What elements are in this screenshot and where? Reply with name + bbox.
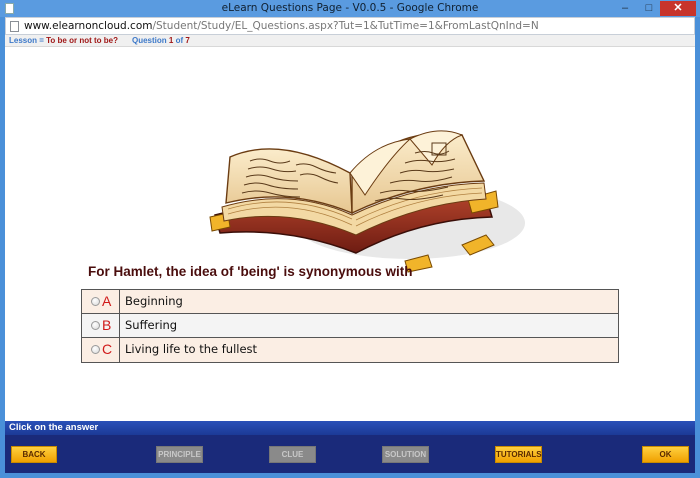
principle-button[interactable]: PRINCIPLE — [156, 446, 203, 463]
clue-button[interactable]: CLUE — [269, 446, 316, 463]
answer-table: A Beginning B Suffering C Living life to… — [81, 289, 619, 363]
answer-letter: A — [102, 293, 112, 309]
radio-button[interactable] — [91, 297, 100, 306]
document-icon — [10, 21, 19, 32]
url-path: /Student/Study/EL_Questions.aspx?Tut=1&T… — [152, 20, 539, 32]
close-button[interactable]: ✕ — [660, 1, 696, 16]
address-bar[interactable]: www.elearnoncloud.com/Student/Study/EL_Q… — [5, 17, 695, 35]
question-of: of — [175, 36, 184, 45]
answer-option-a[interactable]: A Beginning — [82, 290, 618, 314]
answer-letter: C — [102, 341, 113, 357]
answer-option-c[interactable]: C Living life to the fullest — [82, 338, 618, 362]
answer-marker: A — [82, 290, 120, 313]
navigation-bar: BACK PRINCIPLE CLUE SOLUTION TUTORIALS O… — [5, 435, 695, 473]
question-label: Question — [132, 36, 167, 45]
back-button[interactable]: BACK — [11, 446, 57, 463]
open-book-illustration — [209, 130, 525, 273]
answer-letter: B — [102, 317, 112, 333]
lesson-info-bar: Lesson = To be or not to be? Question 1 … — [5, 35, 695, 47]
hint-text: Click on the answer — [9, 422, 99, 433]
answer-text[interactable]: Suffering — [120, 314, 177, 337]
minimize-button[interactable]: – — [614, 1, 636, 16]
radio-button[interactable] — [91, 321, 100, 330]
question-counter: Question 1 of 7 — [132, 36, 190, 45]
question-total: 7 — [185, 36, 190, 45]
window-titlebar: eLearn Questions Page - V0.0.5 - Google … — [0, 0, 700, 17]
lesson-info: Lesson = To be or not to be? — [9, 36, 118, 45]
ok-button[interactable]: OK — [642, 446, 689, 463]
hint-bar: Click on the answer — [5, 421, 695, 435]
tutorials-button[interactable]: TUTORIALS — [495, 446, 542, 463]
answer-option-b[interactable]: B Suffering — [82, 314, 618, 338]
maximize-button[interactable]: □ — [638, 1, 660, 16]
answer-text[interactable]: Beginning — [120, 290, 183, 313]
answer-text[interactable]: Living life to the fullest — [120, 338, 257, 362]
question-current: 1 — [168, 36, 174, 45]
page-content: Lesson = To be or not to be? Question 1 … — [5, 35, 695, 421]
window-title: eLearn Questions Page - V0.0.5 - Google … — [221, 2, 479, 14]
answer-marker: B — [82, 314, 120, 337]
url-host: www.elearnoncloud.com — [24, 20, 153, 32]
answer-marker: C — [82, 338, 120, 362]
solution-button[interactable]: SOLUTION — [382, 446, 429, 463]
lesson-separator: = — [37, 36, 47, 45]
lesson-label: Lesson — [9, 36, 38, 45]
question-text: For Hamlet, the idea of 'being' is synon… — [88, 264, 413, 279]
url-text[interactable]: www.elearnoncloud.com/Student/Study/EL_Q… — [24, 20, 539, 32]
radio-button[interactable] — [91, 345, 100, 354]
lesson-value: To be or not to be? — [46, 36, 118, 45]
